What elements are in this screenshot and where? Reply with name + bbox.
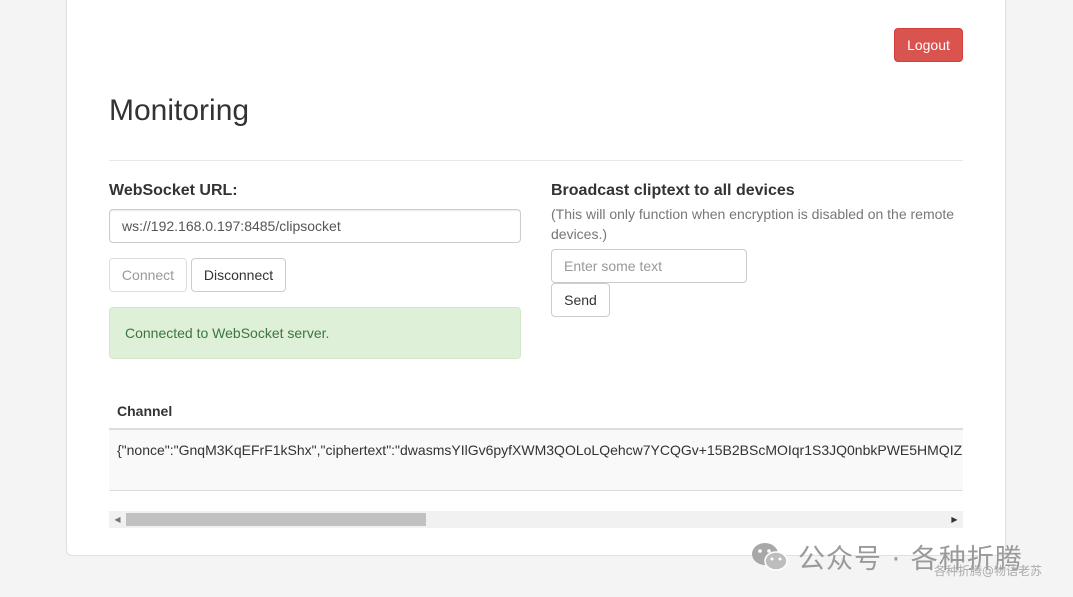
horizontal-scrollbar[interactable]: ◀ ▶ bbox=[109, 511, 963, 528]
connect-button[interactable]: Connect bbox=[109, 258, 187, 292]
broadcast-title: Broadcast cliptext to all devices bbox=[551, 182, 795, 199]
page-title: Monitoring bbox=[109, 94, 250, 127]
websocket-url-label: WebSocket URL: bbox=[109, 182, 238, 199]
table-row: {"nonce":"GnqM3KqEFrF1kShx","ciphertext"… bbox=[109, 430, 963, 491]
broadcast-note: (This will only function when encryption… bbox=[551, 206, 955, 242]
websocket-url-input[interactable] bbox=[109, 209, 521, 243]
wechat-icon bbox=[750, 540, 790, 574]
divider bbox=[109, 160, 963, 161]
logout-button[interactable]: Logout bbox=[894, 28, 963, 62]
send-button[interactable]: Send bbox=[551, 283, 610, 317]
connection-status-alert: Connected to WebSocket server. bbox=[109, 307, 521, 359]
channel-column-header: Channel bbox=[109, 393, 963, 430]
channel-table: Channel {"nonce":"GnqM3KqEFrF1kShx","cip… bbox=[109, 393, 963, 491]
watermark-subtext: 各种折腾@物语老苏 bbox=[934, 564, 1043, 578]
disconnect-button[interactable]: Disconnect bbox=[191, 258, 286, 292]
scroll-right-icon[interactable]: ▶ bbox=[946, 511, 963, 528]
scroll-left-icon[interactable]: ◀ bbox=[109, 511, 126, 528]
broadcast-text-input[interactable] bbox=[551, 249, 747, 283]
scroll-thumb[interactable] bbox=[126, 513, 426, 526]
